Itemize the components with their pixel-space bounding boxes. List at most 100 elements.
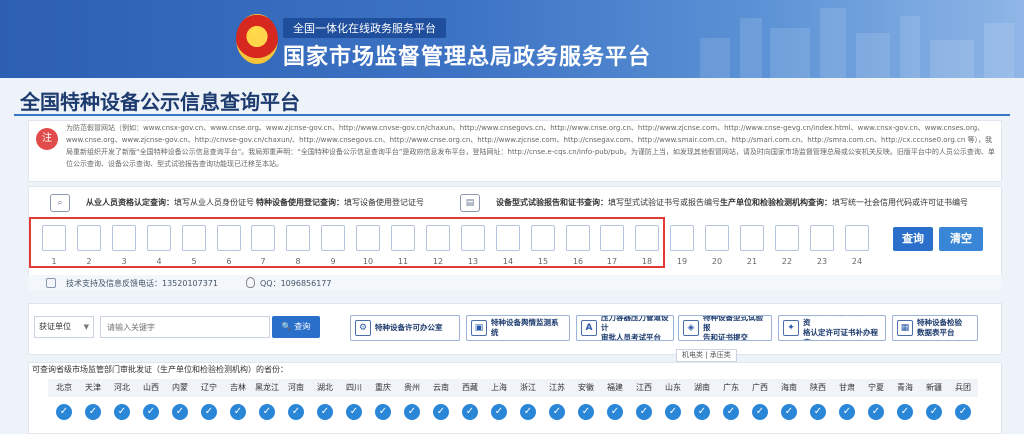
a-letter-icon: A <box>581 320 597 336</box>
check-icon[interactable]: ✓ <box>462 404 478 420</box>
check-icon[interactable]: ✓ <box>752 404 768 420</box>
check-icon[interactable]: ✓ <box>85 404 101 420</box>
check-icon[interactable]: ✓ <box>259 404 275 420</box>
query-type-test-report[interactable]: 设备型式试验报告和证书查询：填写型式试验证书号或报告编号 <box>496 197 720 208</box>
province-name: 湖北 <box>317 383 333 392</box>
check-icon[interactable]: ✓ <box>636 404 652 420</box>
search-input[interactable] <box>100 316 270 338</box>
digit-input-box[interactable] <box>740 225 764 251</box>
province-name: 湖南 <box>694 383 710 392</box>
link-cert-reissue[interactable]: ✦特种设备检验检测人员资 格认定许可证书补办程序 <box>778 315 886 341</box>
query-type-personnel[interactable]: 从业人员资格认定查询：填写从业人员身份证号 <box>86 197 254 208</box>
digit-position-label: 23 <box>816 257 828 266</box>
check-icon[interactable]: ✓ <box>897 404 913 420</box>
notice-icon: 注 <box>36 128 58 150</box>
page-title: 全国特种设备公示信息查询平台 <box>20 90 300 114</box>
clear-button[interactable]: 清空 <box>939 227 983 251</box>
check-icon[interactable]: ✓ <box>549 404 565 420</box>
check-icon[interactable]: ✓ <box>955 404 971 420</box>
check-icon[interactable]: ✓ <box>404 404 420 420</box>
search-icon: 🔍 <box>281 322 292 331</box>
digit-position-label: 22 <box>781 257 793 266</box>
province-name: 云南 <box>433 383 449 392</box>
province-name: 陕西 <box>810 383 826 392</box>
check-icon[interactable]: ✓ <box>114 404 130 420</box>
support-bar: 技术支持及信息反馈电话：13520107371 QQ：1096856177 <box>28 275 1002 291</box>
site-title[interactable]: 国家市场监督管理总局政务服务平台 <box>283 39 651 71</box>
check-icon[interactable]: ✓ <box>839 404 855 420</box>
query-button[interactable]: 查询 <box>893 227 933 251</box>
province-name: 宁夏 <box>868 383 884 392</box>
search-type-select[interactable]: 获证单位 ▼ <box>34 316 94 338</box>
province-name: 上海 <box>491 383 507 392</box>
check-icon[interactable]: ✓ <box>578 404 594 420</box>
digit-input-box[interactable] <box>845 225 869 251</box>
province-name: 江西 <box>636 383 652 392</box>
check-icon[interactable]: ✓ <box>868 404 884 420</box>
link-data-platform[interactable]: ▦ 特种设备检验 数据表平台 <box>892 315 978 341</box>
link-license-office[interactable]: ⚙ 特种设备许可办公室 <box>350 315 460 341</box>
report-icon: ▤ <box>460 194 480 212</box>
check-icon[interactable]: ✓ <box>230 404 246 420</box>
province-name: 广西 <box>752 383 768 392</box>
check-icon[interactable]: ✓ <box>665 404 681 420</box>
phone-icon <box>46 278 56 288</box>
check-icon[interactable]: ✓ <box>56 404 72 420</box>
digit-position-label: 24 <box>851 257 863 266</box>
province-name: 黑龙江 <box>255 383 279 392</box>
national-emblem-icon <box>236 14 278 64</box>
check-icon[interactable]: ✓ <box>346 404 362 420</box>
digits-highlight-frame <box>29 217 665 268</box>
province-name: 山东 <box>665 383 681 392</box>
check-icon[interactable]: ✓ <box>491 404 507 420</box>
check-icon[interactable]: ✓ <box>433 404 449 420</box>
link-opinion-monitor[interactable]: ▣ 特种设备舆情监测系统 <box>466 315 570 341</box>
digit-input-box[interactable] <box>810 225 834 251</box>
query-type-institution[interactable]: 生产单位和检验检测机构查询：填写统一社会信用代码或许可证书编号 <box>720 197 968 208</box>
skyline-decoration <box>856 33 890 78</box>
check-icon[interactable]: ✓ <box>694 404 710 420</box>
check-icon[interactable]: ✓ <box>143 404 159 420</box>
query-type-registration[interactable]: 特种设备使用登记查询：填写设备使用登记证号 <box>256 197 424 208</box>
skyline-decoration <box>930 40 974 78</box>
notice-text: 为防范假冒网站（例如：www.cnsx-gov.cn、www.cnse.org、… <box>66 124 995 168</box>
province-name: 四川 <box>346 383 362 392</box>
province-name: 浙江 <box>520 383 536 392</box>
check-icon[interactable]: ✓ <box>317 404 333 420</box>
digit-input-box[interactable] <box>670 225 694 251</box>
province-name: 山西 <box>143 383 159 392</box>
province-name: 重庆 <box>375 383 391 392</box>
check-icon[interactable]: ✓ <box>926 404 942 420</box>
province-name: 西藏 <box>462 383 478 392</box>
digit-input-box[interactable] <box>705 225 729 251</box>
province-name: 内蒙 <box>172 383 188 392</box>
province-name: 天津 <box>85 383 101 392</box>
check-icon[interactable]: ✓ <box>607 404 623 420</box>
province-name: 广东 <box>723 383 739 392</box>
digit-position-label: 20 <box>711 257 723 266</box>
digit-input-box[interactable] <box>775 225 799 251</box>
skyline-decoration <box>770 28 810 78</box>
digit-position-label: 21 <box>746 257 758 266</box>
category-note: 机电类 | 承压类 <box>676 349 737 362</box>
inspect-icon: ✦ <box>783 320 799 336</box>
data-icon: ▦ <box>897 320 913 336</box>
check-icon[interactable]: ✓ <box>520 404 536 420</box>
platform-tag: 全国一体化在线政务服务平台 <box>283 18 446 38</box>
link-test-submit[interactable]: ◈ 特种设备型式试验报 告和证书提交 <box>678 315 772 341</box>
check-icon[interactable]: ✓ <box>172 404 188 420</box>
link-exam-platform[interactable]: A 压力容器压力管道设计 审批人员考试平台 <box>576 315 674 341</box>
check-icon[interactable]: ✓ <box>375 404 391 420</box>
search-button[interactable]: 🔍 查询 <box>272 316 320 338</box>
skyline-decoration <box>700 38 730 78</box>
check-icon[interactable]: ✓ <box>288 404 304 420</box>
province-name: 江苏 <box>549 383 565 392</box>
province-name: 河北 <box>114 383 130 392</box>
check-icon[interactable]: ✓ <box>781 404 797 420</box>
skyline-decoration <box>740 18 762 78</box>
check-icon[interactable]: ✓ <box>810 404 826 420</box>
province-name: 海南 <box>781 383 797 392</box>
gear-tool-icon: ⚙ <box>355 320 371 336</box>
check-icon[interactable]: ✓ <box>723 404 739 420</box>
check-icon[interactable]: ✓ <box>201 404 217 420</box>
